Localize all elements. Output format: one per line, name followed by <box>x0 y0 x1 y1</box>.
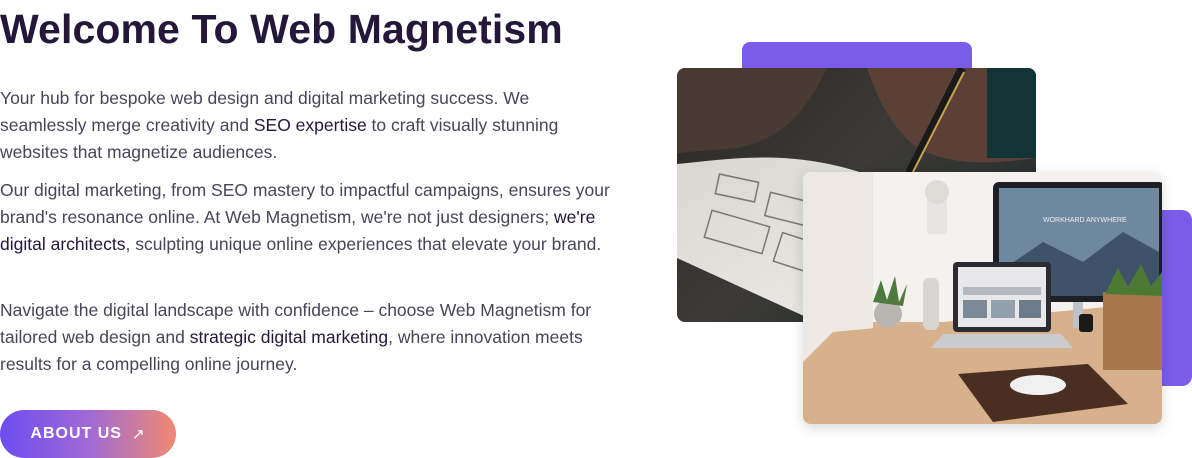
arrow-up-right-icon: ↗ <box>131 426 146 443</box>
intro-paragraph-3: Navigate the digital landscape with conf… <box>0 297 620 378</box>
desk-illustration: WORKHARD ANYWHERE <box>803 172 1162 424</box>
desk-with-monitor-and-laptop-photo: WORKHARD ANYWHERE <box>803 172 1162 424</box>
about-us-button[interactable]: ABOUT US ↗ <box>0 410 176 458</box>
paragraph-text: Our digital marketing, from SEO mastery … <box>0 180 610 227</box>
highlight-text: strategic digital marketing <box>189 327 389 347</box>
page-title: Welcome To Web Magnetism <box>0 6 563 52</box>
paragraph-text: , sculpting unique online experiences th… <box>125 234 602 254</box>
highlight-text: SEO expertise <box>253 115 367 135</box>
intro-paragraph-1: Your hub for bespoke web design and digi… <box>0 85 620 166</box>
intro-paragraph-2: Our digital marketing, from SEO mastery … <box>0 177 620 258</box>
about-us-button-label: ABOUT US <box>30 425 122 442</box>
monitor-screen-text: WORKHARD ANYWHERE <box>1043 217 1127 224</box>
